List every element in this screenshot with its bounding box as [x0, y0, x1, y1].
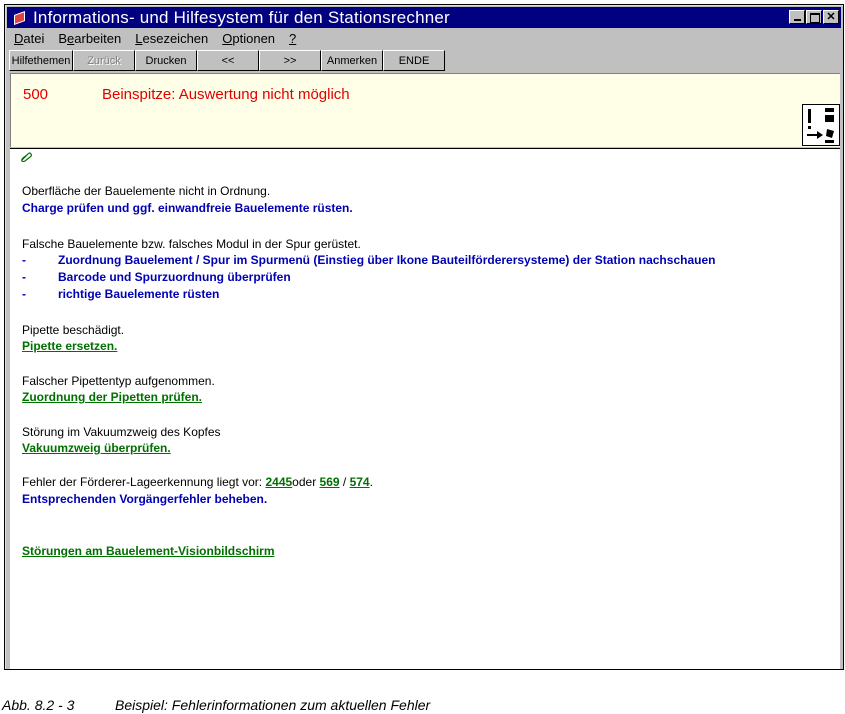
error-title: Beinspitze: Auswertung nicht möglich [102, 86, 350, 103]
error-code: 500 [23, 86, 49, 103]
menu-optionen[interactable]: Optionen [215, 31, 282, 46]
error-header: 500 Beinspitze: Auswertung nicht möglich [10, 73, 840, 147]
link-replace-pipette[interactable]: Pipette ersetzen. [22, 339, 117, 353]
help-window: Informations- und Hilfesystem für den St… [4, 4, 844, 670]
toolbar: Hilfethemen Zurück Drucken << >> Anmerke… [9, 50, 841, 72]
cause-wrong-components: Falsche Bauelemente bzw. falsches Modul … [22, 237, 361, 251]
maximize-button[interactable] [806, 10, 822, 24]
close-icon: ✕ [826, 11, 836, 23]
menu-lesezeichen[interactable]: Lesezeichen [128, 31, 215, 46]
close-button[interactable]: ✕ [823, 10, 839, 24]
cause-pipette-damaged: Pipette beschädigt. [22, 323, 125, 337]
cause-feeder-period: . [369, 475, 373, 489]
cause-vacuum: Störung im Vakuumzweig des Kopfes [22, 425, 221, 439]
link-check-pipette-assignment[interactable]: Zuordnung der Pipetten prüfen. [22, 390, 202, 404]
help-book-icon [13, 10, 27, 25]
print-button[interactable]: Drucken [135, 50, 197, 71]
warning-navigation-icon[interactable] [802, 104, 840, 146]
minimize-icon [794, 19, 801, 21]
link-vision-screen-faults[interactable]: Störungen am Bauelement-Visionbildschirm [22, 544, 275, 558]
bullet-dash: - [22, 270, 26, 284]
figure-caption: Beispiel: Fehlerinformationen zum aktuel… [115, 697, 431, 713]
menu-datei[interactable]: Datei [7, 31, 51, 46]
next-button[interactable]: >> [259, 50, 321, 71]
minimize-button[interactable] [789, 10, 805, 24]
link-check-vacuum[interactable]: Vakuumzweig überprüfen. [22, 441, 171, 455]
cause-surface: Oberfläche der Bauelemente nicht in Ordn… [22, 184, 271, 198]
menu-help[interactable]: ? [282, 31, 303, 46]
previous-button[interactable]: << [197, 50, 259, 71]
back-button[interactable]: Zurück [73, 50, 135, 71]
title-bar[interactable]: Informations- und Hilfesystem für den St… [7, 7, 841, 28]
menu-bearbeiten[interactable]: Bearbeiten [51, 31, 128, 46]
cause-wrong-pipette: Falscher Pipettentyp aufgenommen. [22, 374, 215, 388]
cause-feeder-separator: / [339, 475, 350, 489]
bullet-item: richtige Bauelemente rüsten [58, 287, 220, 301]
action-fix-predecessor: Entsprechenden Vorgängerfehler beheben. [22, 492, 268, 506]
cause-feeder-text: Fehler der Förderer-Lageerkennung liegt … [22, 475, 266, 489]
window-title: Informations- und Hilfesystem für den St… [33, 7, 450, 27]
menu-bar: Datei Bearbeiten Lesezeichen Optionen ? [7, 29, 841, 48]
window-controls: ✕ [788, 10, 839, 24]
action-check-batch: Charge prüfen und ggf. einwandfreie Baue… [22, 201, 353, 215]
cause-feeder-or: oder [292, 475, 320, 489]
annotate-button[interactable]: Anmerken [321, 50, 383, 71]
figure-number: Abb. 8.2 - 3 [2, 697, 75, 713]
link-error-2445[interactable]: 2445 [265, 475, 292, 489]
end-button[interactable]: ENDE [383, 50, 445, 71]
link-error-569[interactable]: 569 [320, 475, 340, 489]
maximize-icon [810, 13, 820, 23]
cause-feeder-recognition: Fehler der Förderer-Lageerkennung liegt … [22, 475, 373, 489]
help-topics-button[interactable]: Hilfethemen [9, 50, 73, 71]
bullet-item: Barcode und Spurzuordnung überprüfen [58, 270, 291, 284]
paperclip-icon[interactable] [20, 152, 32, 162]
bullet-item: Zuordnung Bauelement / Spur im Spurmenü … [58, 253, 716, 267]
bullet-dash: - [22, 253, 26, 267]
help-content: Oberfläche der Bauelemente nicht in Ordn… [10, 148, 840, 669]
bullet-dash: - [22, 287, 26, 301]
link-error-574[interactable]: 574 [350, 475, 370, 489]
